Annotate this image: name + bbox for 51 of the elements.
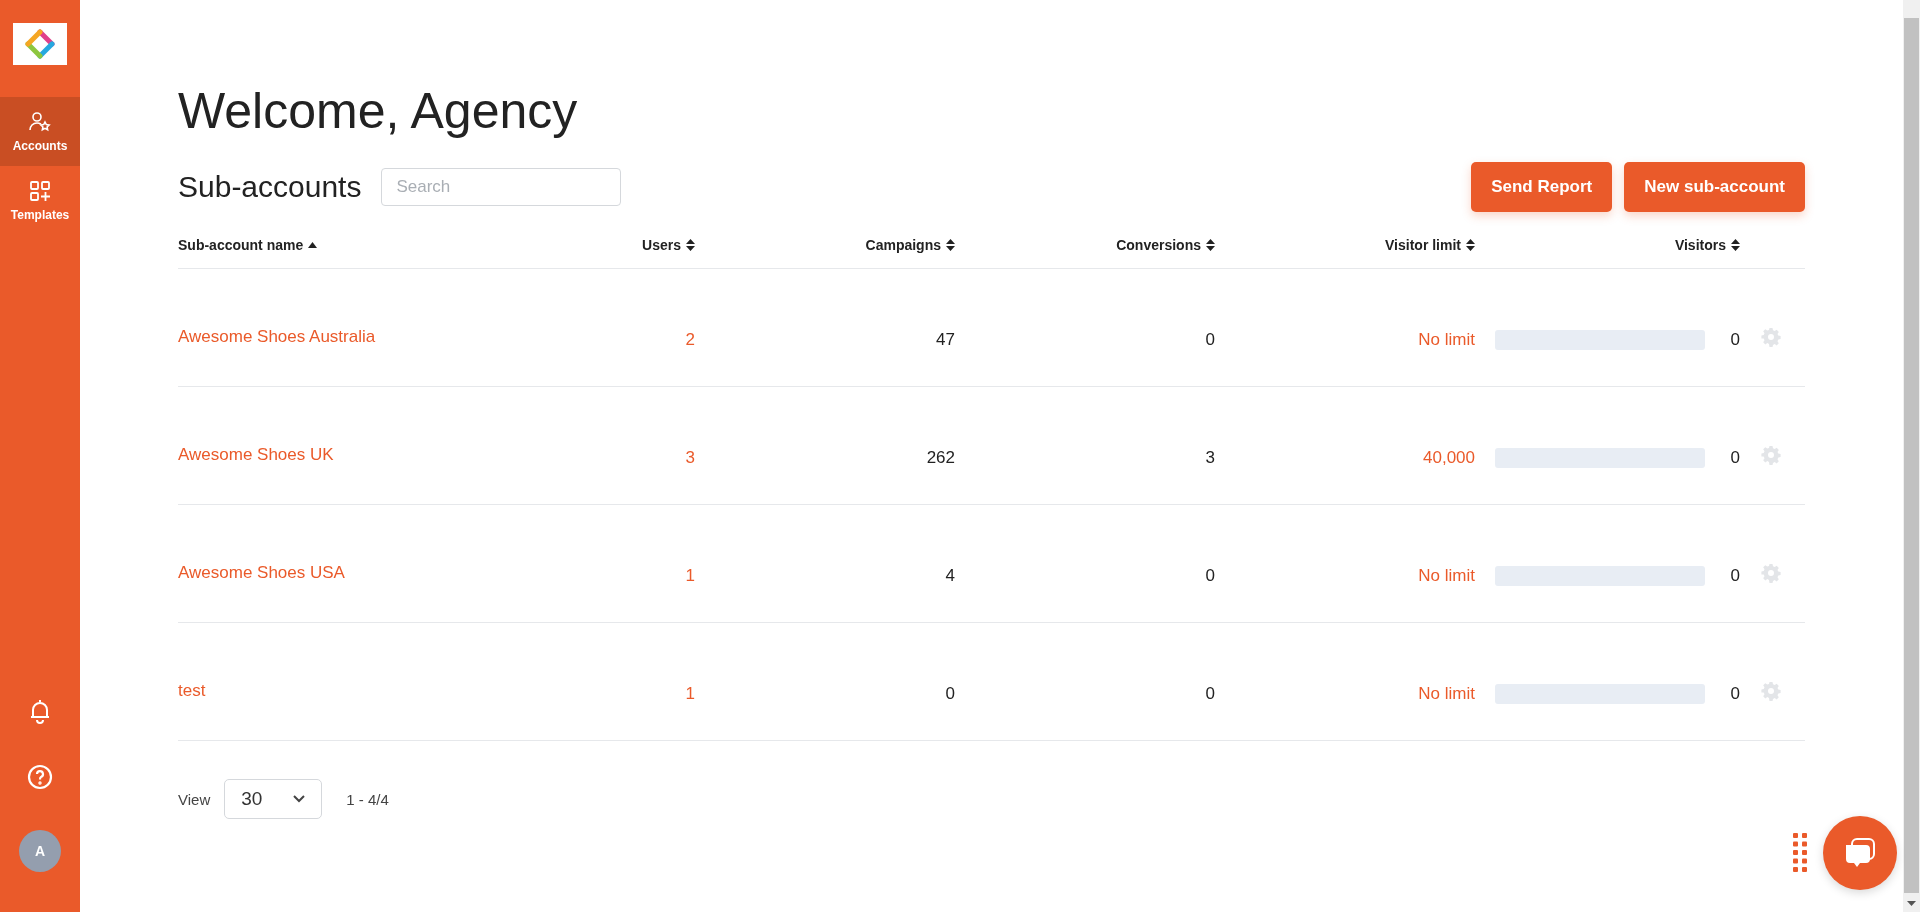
section-title: Sub-accounts [178,170,362,204]
search-field[interactable]: Search [381,168,622,206]
users-link[interactable]: 1 [685,565,695,586]
table-cell: 3 [1205,447,1215,468]
table-cell: 0 [1730,683,1740,704]
chat-button[interactable] [1823,816,1897,890]
table-cell: 0 [1205,565,1215,586]
page-range: 1 - 4/4 [346,790,389,808]
table-cell: 262 [926,447,955,468]
table-cell: 0 [1730,329,1740,350]
table-cell: 0 [945,683,955,704]
column-header[interactable]: Users [642,237,695,253]
column-header[interactable]: Visitors [1674,237,1740,253]
scroll-down-icon[interactable] [1907,901,1916,906]
sub-account-link[interactable]: Awesome Shoes UK [178,444,598,465]
table-cell: 0 [1205,329,1215,350]
sub-account-link[interactable]: Awesome Shoes USA [178,562,598,583]
column-header[interactable]: Sub-account name [178,237,318,253]
visitor-limit-link[interactable]: 40,000 [1423,447,1475,468]
column-header[interactable]: Campaigns [865,237,955,253]
table-cell: 0 [1730,565,1740,586]
page-size-dropdown[interactable]: 30 [224,779,323,819]
view-label: View [178,790,211,808]
scrollbar[interactable] [1903,0,1920,912]
help-icon[interactable] [27,764,53,790]
send-report-button[interactable]: Send Report [1471,162,1613,212]
logo-icon[interactable] [13,23,67,65]
chevron-down-icon [293,795,306,803]
sidebar-item[interactable]: Accounts [0,97,80,166]
table-cell: 0 [1205,683,1215,704]
grid-plus-icon [29,180,51,202]
new-sub-account-button[interactable]: New sub-account [1624,162,1805,212]
person-star-icon [29,111,51,133]
column-header[interactable]: Conversions [1116,237,1215,253]
users-link[interactable]: 1 [685,683,695,704]
avatar[interactable]: A [19,830,61,872]
sidebar-item[interactable]: Templates [0,166,80,235]
sub-account-link[interactable]: Awesome Shoes Australia [178,326,598,347]
table-cell: 47 [936,329,955,350]
visitor-limit-link[interactable]: No limit [1418,565,1475,586]
visitor-limit-link[interactable]: No limit [1418,683,1475,704]
visitor-limit-link[interactable]: No limit [1418,329,1475,350]
table-cell: 0 [1730,447,1740,468]
column-header[interactable]: Visitor limit [1385,237,1475,253]
dots-grid-icon[interactable] [1793,833,1808,873]
sub-account-link[interactable]: test [178,680,598,701]
users-link[interactable]: 2 [685,329,695,350]
users-link[interactable]: 3 [685,447,695,468]
table-cell: 4 [945,565,955,586]
bell-icon[interactable] [28,698,52,724]
page-title: Welcome, Agency [178,82,579,140]
